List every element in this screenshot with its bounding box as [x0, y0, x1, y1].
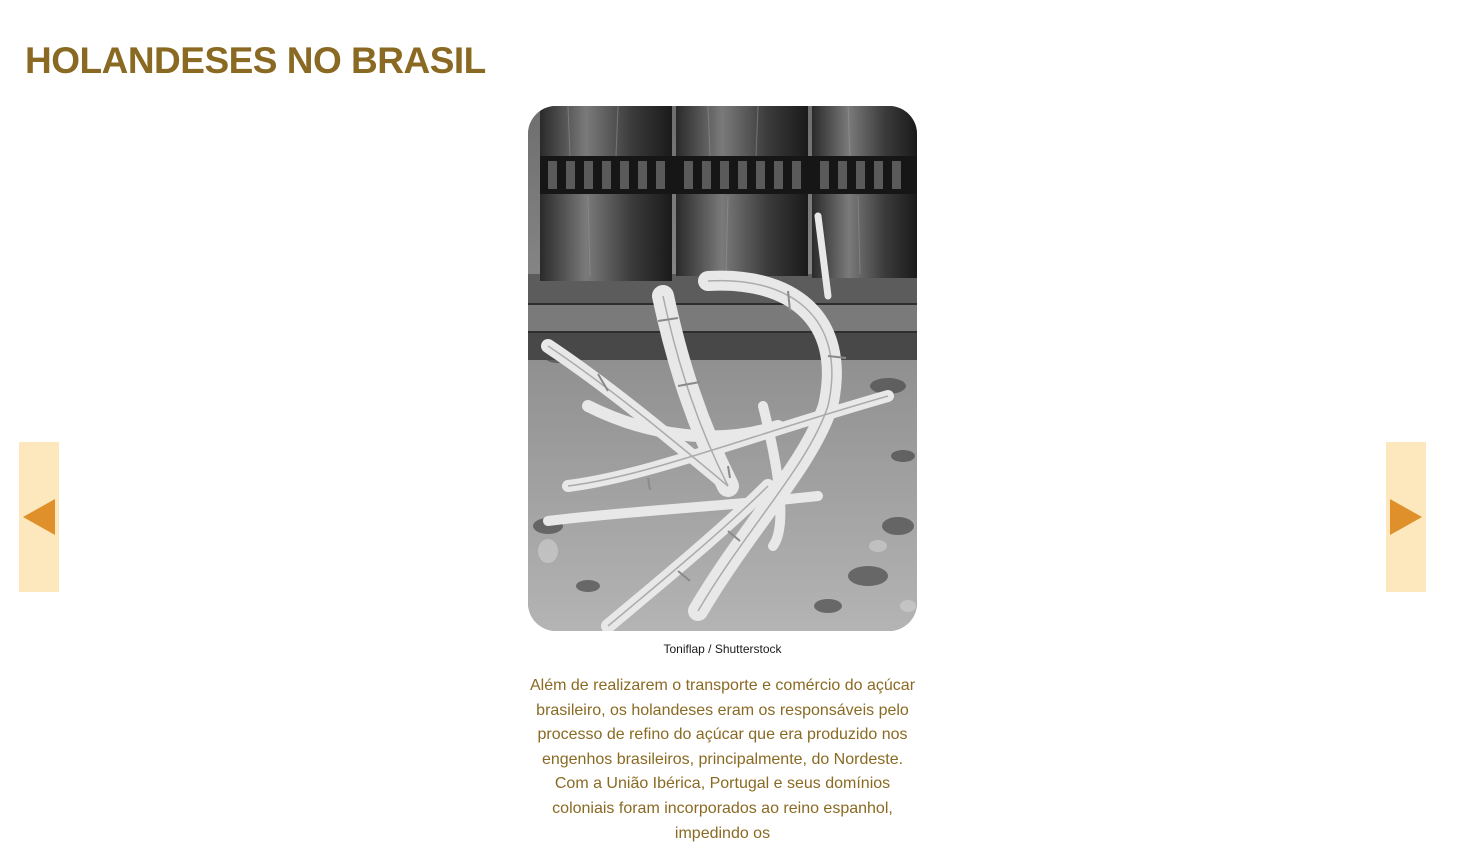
next-button[interactable] [1386, 442, 1426, 592]
page-title: HOLANDESES NO BRASIL [25, 40, 486, 81]
page: HOLANDESES NO BRASIL Toniflap / Shutters… [0, 0, 1460, 850]
photo-credit: Toniflap / Shutterstock [663, 642, 782, 656]
body-paragraph: Além de realizarem o transporte e comérc… [529, 677, 916, 842]
triangle-left-icon [23, 499, 55, 535]
previous-button[interactable] [19, 442, 59, 592]
triangle-right-icon [1390, 499, 1422, 535]
sugarcane-mill-photo [528, 106, 917, 631]
